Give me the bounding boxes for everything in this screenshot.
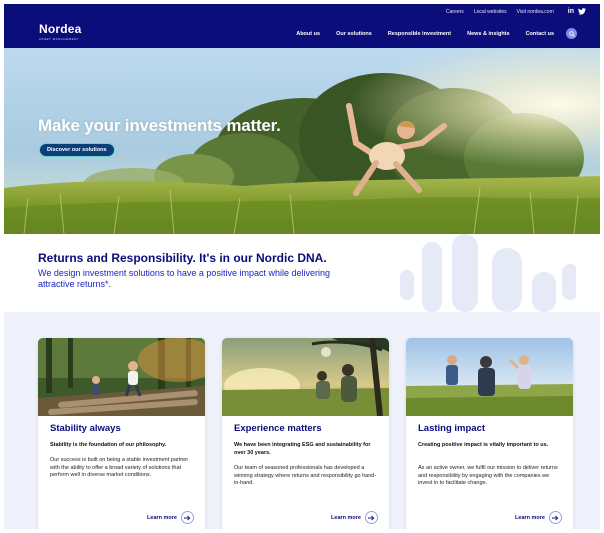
intro-heading: Returns and Responsibility. It's in our …: [38, 251, 327, 265]
twitter-icon[interactable]: [578, 8, 586, 15]
nav-responsible-investment[interactable]: Responsible investment: [388, 31, 451, 37]
nordea-logo[interactable]: Nordea ASSET MANAGEMENT: [39, 22, 82, 42]
hero-image: [4, 48, 600, 234]
card-lead: Creating positive impact is vitally impo…: [418, 442, 549, 448]
learn-more-label: Learn more: [147, 514, 177, 521]
nav-about-us[interactable]: About us: [296, 31, 320, 37]
nav-contact-us[interactable]: Contact us: [526, 31, 554, 37]
logo-subtitle: ASSET MANAGEMENT: [39, 37, 80, 41]
arrow-right-icon: [365, 511, 378, 524]
card-title: Lasting impact: [418, 423, 486, 434]
card-lead: We have been integrating ESG and sustain…: [234, 442, 371, 456]
arrow-right-icon: [549, 511, 562, 524]
card-image-field: [406, 338, 573, 416]
learn-more-label: Learn more: [515, 514, 545, 521]
card-stability: Stability always Stability is the founda…: [38, 338, 205, 529]
arrow-right-icon: [181, 511, 194, 524]
card-image-forest: [38, 338, 205, 416]
discover-solutions-button[interactable]: Discover our solutions: [39, 143, 115, 157]
hero-title: Make your investments matter.: [38, 116, 281, 135]
card-image-sunset: [222, 338, 389, 416]
social-links: in: [568, 8, 586, 15]
card-body: As an active owner, we fulfil our missio…: [418, 465, 558, 486]
search-icon: [568, 30, 575, 37]
local-websites-link[interactable]: Local websites: [474, 9, 507, 15]
careers-link[interactable]: Careers: [446, 9, 464, 15]
intro-section: Returns and Responsibility. It's in our …: [4, 234, 600, 312]
card-title: Stability always: [50, 423, 121, 434]
nav-news-insights[interactable]: News & insights: [467, 31, 509, 37]
card-title: Experience matters: [234, 423, 322, 434]
learn-more-link[interactable]: Learn more: [331, 511, 378, 524]
learn-more-link[interactable]: Learn more: [147, 511, 194, 524]
decorative-bars-graphic: [400, 234, 576, 312]
card-impact: Lasting impact Creating positive impact …: [406, 338, 573, 529]
hero-banner: Make your investments matter. Discover o…: [4, 48, 600, 234]
learn-more-link[interactable]: Learn more: [515, 511, 562, 524]
card-body: Our team of seasoned professionals has d…: [234, 465, 377, 486]
logo-wordmark: Nordea: [39, 22, 82, 36]
primary-nav: About us Our solutions Responsible inves…: [296, 19, 554, 48]
card-experience: Experience matters We have been integrat…: [222, 338, 389, 529]
intro-body: We design investment solutions to have a…: [38, 268, 330, 289]
main-navigation: Nordea ASSET MANAGEMENT About us Our sol…: [4, 19, 600, 48]
nordea-page: Careers Local websites Visit nordea.com …: [4, 4, 600, 529]
card-lead: Stability is the foundation of our philo…: [50, 442, 167, 448]
nav-our-solutions[interactable]: Our solutions: [336, 31, 372, 37]
utility-bar: Careers Local websites Visit nordea.com …: [4, 4, 600, 19]
linkedin-icon[interactable]: in: [568, 8, 574, 15]
card-body: Our success is built on being a stable i…: [50, 457, 189, 478]
feature-cards: Stability always Stability is the founda…: [4, 312, 600, 529]
visit-nordea-link[interactable]: Visit nordea.com: [517, 9, 554, 15]
learn-more-label: Learn more: [331, 514, 361, 521]
search-button[interactable]: [566, 28, 577, 39]
